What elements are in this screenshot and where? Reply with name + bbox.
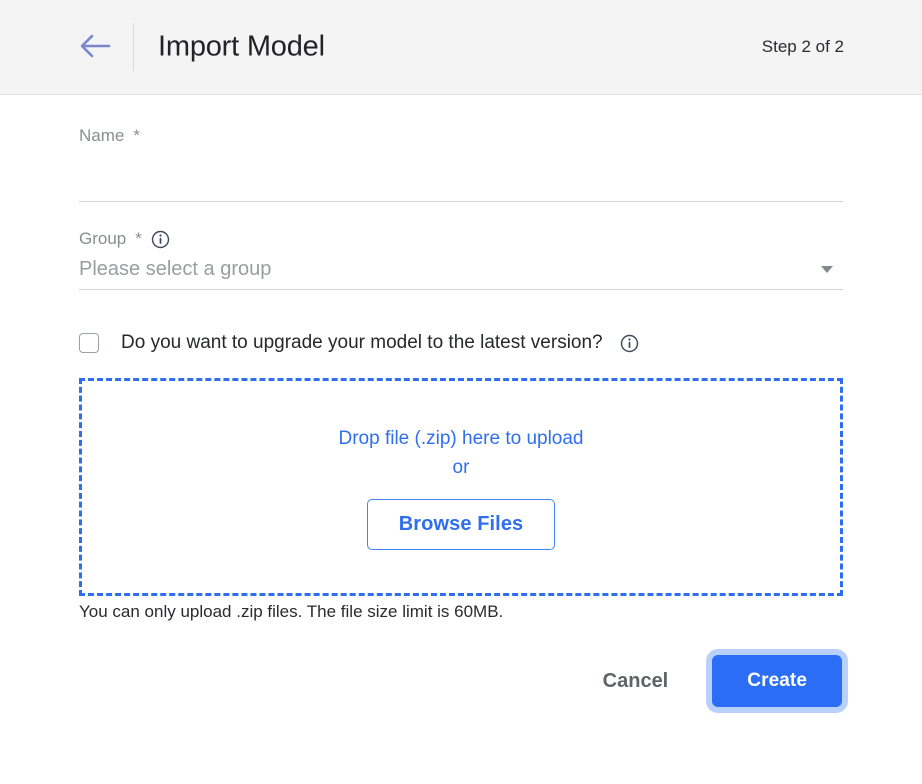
header-divider: [133, 23, 134, 71]
step-indicator: Step 2 of 2: [761, 37, 844, 56]
create-button[interactable]: Create: [712, 655, 842, 707]
page-title: Import Model: [158, 30, 325, 63]
group-field-label: Group *: [79, 229, 843, 249]
name-field-group: Name *: [79, 126, 843, 202]
back-button[interactable]: [76, 28, 114, 66]
dropzone-instruction: Drop file (.zip) here to upload: [338, 427, 584, 449]
arrow-left-icon: [78, 33, 112, 62]
dropzone-or-text: or: [452, 457, 470, 478]
group-field-group: Group * Please select a group: [79, 229, 843, 290]
name-field-label: Name *: [79, 126, 843, 146]
file-dropzone[interactable]: Drop file (.zip) here to upload or Brows…: [79, 378, 843, 596]
group-select-value: Please select a group: [79, 258, 272, 280]
group-required-marker: *: [135, 229, 142, 248]
browse-files-button[interactable]: Browse Files: [366, 499, 556, 551]
group-select[interactable]: Please select a group: [79, 258, 843, 290]
name-label-text: Name: [79, 126, 125, 145]
upgrade-checkbox-label: Do you want to upgrade your model to the…: [121, 332, 603, 353]
upload-hint-text: You can only upload .zip files. The file…: [79, 602, 504, 621]
upgrade-checkbox-row: Do you want to upgrade your model to the…: [79, 332, 843, 354]
info-icon[interactable]: [151, 230, 170, 249]
info-icon[interactable]: [620, 334, 639, 353]
name-input[interactable]: [79, 173, 843, 202]
group-label-text: Group: [79, 229, 127, 248]
upgrade-checkbox[interactable]: [79, 333, 99, 353]
form-actions: Cancel Create: [79, 655, 843, 707]
cancel-button[interactable]: Cancel: [599, 662, 673, 701]
page-header: Import Model Step 2 of 2: [0, 0, 922, 95]
chevron-down-icon: [821, 266, 833, 273]
name-required-marker: *: [133, 126, 140, 145]
import-model-form: Name * Group * Please select a group Do …: [0, 126, 922, 707]
